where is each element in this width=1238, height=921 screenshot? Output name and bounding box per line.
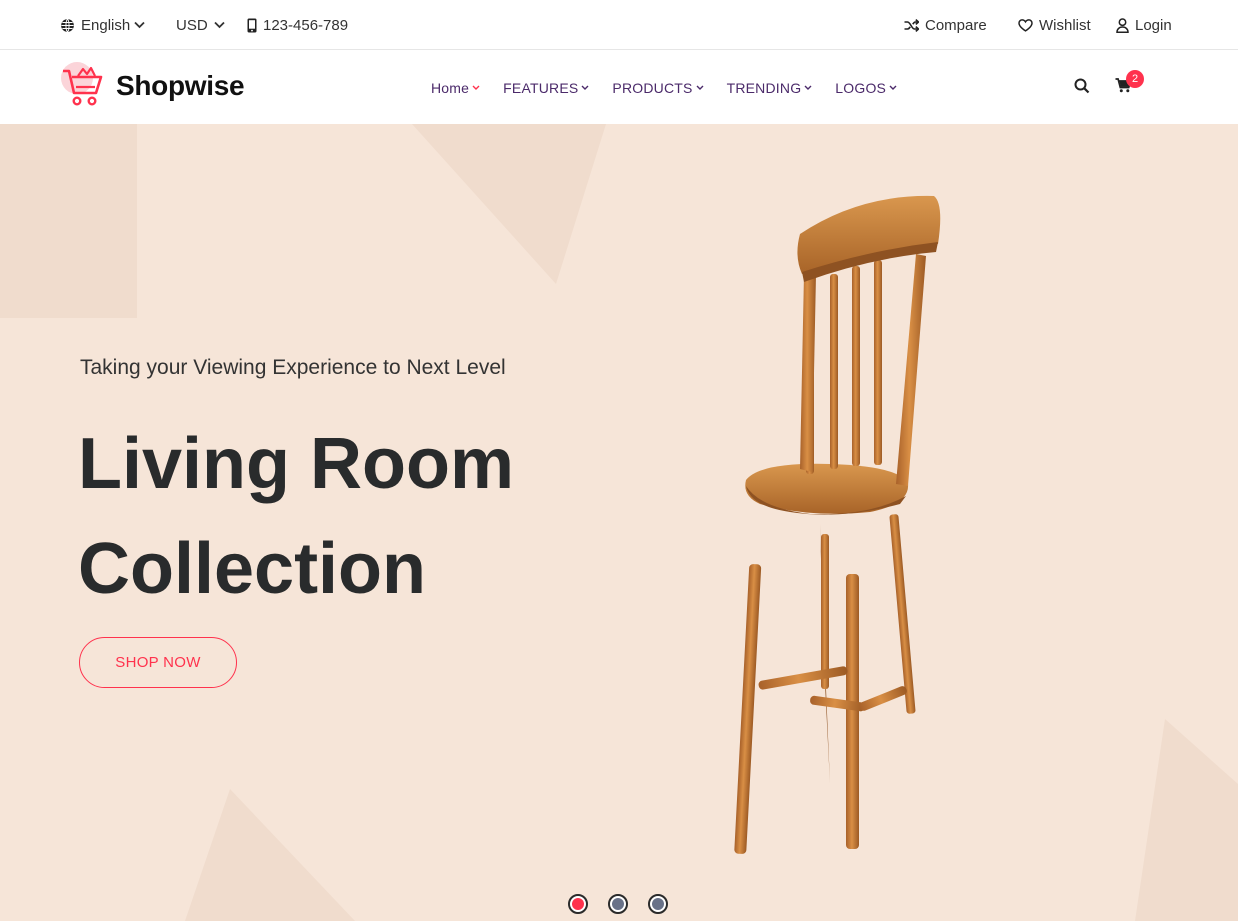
chevron-down-icon bbox=[581, 85, 589, 90]
wishlist-label: Wishlist bbox=[1039, 16, 1091, 34]
shopping-cart-logo-icon bbox=[60, 62, 106, 110]
cart-count-badge: 2 bbox=[1126, 70, 1144, 88]
login-label: Login bbox=[1135, 16, 1172, 34]
slide-dot-2[interactable] bbox=[608, 894, 628, 914]
nav-item-features[interactable]: FEATURES bbox=[503, 80, 589, 96]
language-selector[interactable]: English bbox=[60, 0, 145, 50]
brand-logo[interactable]: Shopwise bbox=[60, 61, 245, 111]
phone-contact[interactable]: 123-456-789 bbox=[247, 0, 348, 50]
language-label: English bbox=[81, 16, 131, 34]
login-link[interactable]: Login bbox=[1116, 0, 1172, 50]
nav-label: TRENDING bbox=[726, 79, 802, 96]
globe-icon bbox=[61, 18, 74, 32]
search-button[interactable] bbox=[1074, 78, 1090, 99]
hero-slider: Taking your Viewing Experience to Next L… bbox=[0, 124, 1238, 921]
hero-title-line1: Living Room bbox=[78, 424, 514, 504]
slide-dot-3[interactable] bbox=[648, 894, 668, 914]
nav-label: PRODUCTS bbox=[612, 79, 693, 96]
hero-title: Living Room Collection bbox=[78, 412, 678, 622]
chevron-down-icon bbox=[214, 21, 225, 29]
heart-icon bbox=[1018, 18, 1033, 32]
nav-item-trending[interactable]: TRENDING bbox=[727, 80, 813, 96]
nav-label: Home bbox=[431, 79, 470, 96]
nav-item-home[interactable]: Home bbox=[431, 80, 480, 96]
hero-title-line2: Collection bbox=[78, 529, 427, 609]
chevron-down-icon bbox=[696, 85, 704, 90]
user-icon bbox=[1116, 17, 1129, 33]
wishlist-link[interactable]: Wishlist bbox=[1018, 0, 1091, 50]
nav-item-logos[interactable]: LOGOS bbox=[835, 80, 897, 96]
mobile-phone-icon bbox=[247, 18, 257, 32]
shop-now-button[interactable]: SHOP NOW bbox=[79, 637, 237, 688]
slide-dot-1[interactable] bbox=[568, 894, 588, 914]
main-header: Shopwise Home FEATURES PRODUCTS TRENDING… bbox=[0, 51, 1238, 124]
main-nav: Home FEATURES PRODUCTS TRENDING LOGOS bbox=[431, 51, 920, 124]
currency-label: USD bbox=[176, 16, 208, 34]
nav-label: LOGOS bbox=[835, 79, 887, 96]
compare-label: Compare bbox=[925, 16, 987, 34]
chevron-down-icon bbox=[889, 85, 897, 90]
compare-link[interactable]: Compare bbox=[904, 0, 987, 50]
wooden-chair-image bbox=[734, 195, 941, 854]
chevron-down-icon bbox=[134, 21, 145, 29]
search-icon bbox=[1074, 78, 1090, 94]
chevron-down-icon bbox=[804, 85, 812, 90]
slider-pagination bbox=[568, 894, 688, 914]
shuffle-icon bbox=[904, 18, 919, 32]
hero-subtitle: Taking your Viewing Experience to Next L… bbox=[80, 356, 506, 379]
currency-selector[interactable]: USD bbox=[176, 0, 225, 50]
chevron-down-icon bbox=[472, 85, 480, 90]
nav-label: FEATURES bbox=[503, 79, 579, 96]
nav-item-products[interactable]: PRODUCTS bbox=[612, 79, 704, 96]
phone-number: 123-456-789 bbox=[263, 16, 349, 34]
top-bar: English USD 123-456-789 Compare Wishlist… bbox=[0, 0, 1238, 50]
brand-name: Shopwise bbox=[116, 70, 245, 101]
